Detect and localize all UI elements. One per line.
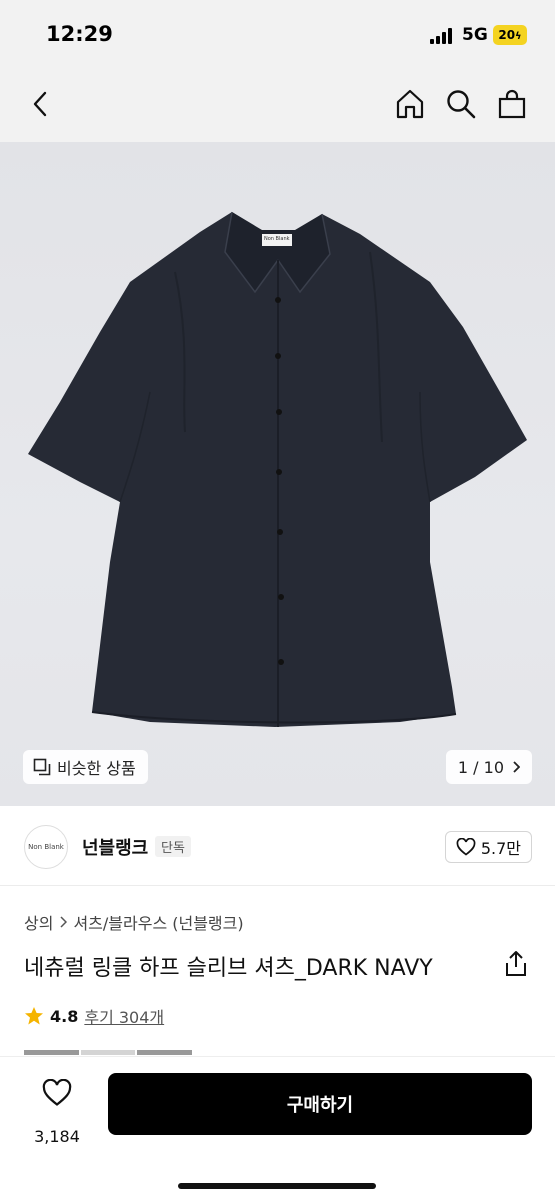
network-label: 5G [462,25,488,45]
status-bar: 12:29 5G 20ϟ [0,0,555,70]
rating-row: 4.8 후기 304개 [24,1004,164,1028]
shopping-bag-icon[interactable] [494,86,530,122]
battery-level: 20 [498,28,516,42]
neck-label-text: Non Blank [264,236,290,242]
tab-strip [24,1050,193,1055]
home-indicator [178,1183,376,1189]
share-icon[interactable] [503,950,529,978]
similar-products-label: 비슷한 상품 [57,759,136,778]
review-link[interactable]: 후기 304개 [84,1004,164,1028]
signal-icon [430,28,456,44]
breadcrumb: 상의 셔츠/블라우스 (넌블랭크) [24,910,244,934]
product-title: 네츄럴 링클 하프 슬리브 셔츠_DARK NAVY [24,956,433,981]
brand-logo[interactable]: Non Blank [24,825,68,869]
brand-logo-text: Non Blank [28,843,64,851]
similar-products-button[interactable]: 비슷한 상품 [23,750,148,784]
search-icon[interactable] [443,86,479,122]
brand-row[interactable]: Non Blank 넌블랭크 단독 5.7만 [0,806,555,886]
home-icon[interactable] [392,86,428,122]
heart-icon [42,1078,72,1106]
chevron-right-icon [60,916,68,928]
rating-value: 4.8 [50,1006,79,1026]
stack-icon [33,758,51,776]
status-time: 12:29 [46,22,113,46]
buy-button-label: 구매하기 [286,1095,354,1116]
exclusive-badge: 단독 [155,836,191,857]
buy-button[interactable]: 구매하기 [108,1073,532,1135]
image-counter-text: 1 / 10 [457,757,504,777]
brand-name[interactable]: 넌블랭크 [82,834,148,860]
bottom-bar: 3,184 구매하기 [0,1056,555,1200]
back-arrow-icon[interactable] [22,86,58,122]
brand-like-count: 5.7만 [480,839,521,858]
chevron-right-icon [513,761,520,773]
wishlist-count: 3,184 [34,1127,80,1146]
star-icon [25,1007,43,1025]
battery-icon: 20ϟ [493,25,527,45]
breadcrumb-category[interactable]: 상의 [24,910,53,934]
breadcrumb-subcategory[interactable]: 셔츠/블라우스 (넌블랭크) [73,910,243,934]
brand-like-button[interactable]: 5.7만 [444,831,532,863]
wishlist-button[interactable]: 3,184 [22,1075,92,1146]
top-nav [0,70,555,142]
image-counter[interactable]: 1 / 10 [445,750,532,784]
heart-icon [456,838,476,856]
product-image[interactable]: Non Blank 비슷한 상품 1 / 10 [0,142,555,806]
